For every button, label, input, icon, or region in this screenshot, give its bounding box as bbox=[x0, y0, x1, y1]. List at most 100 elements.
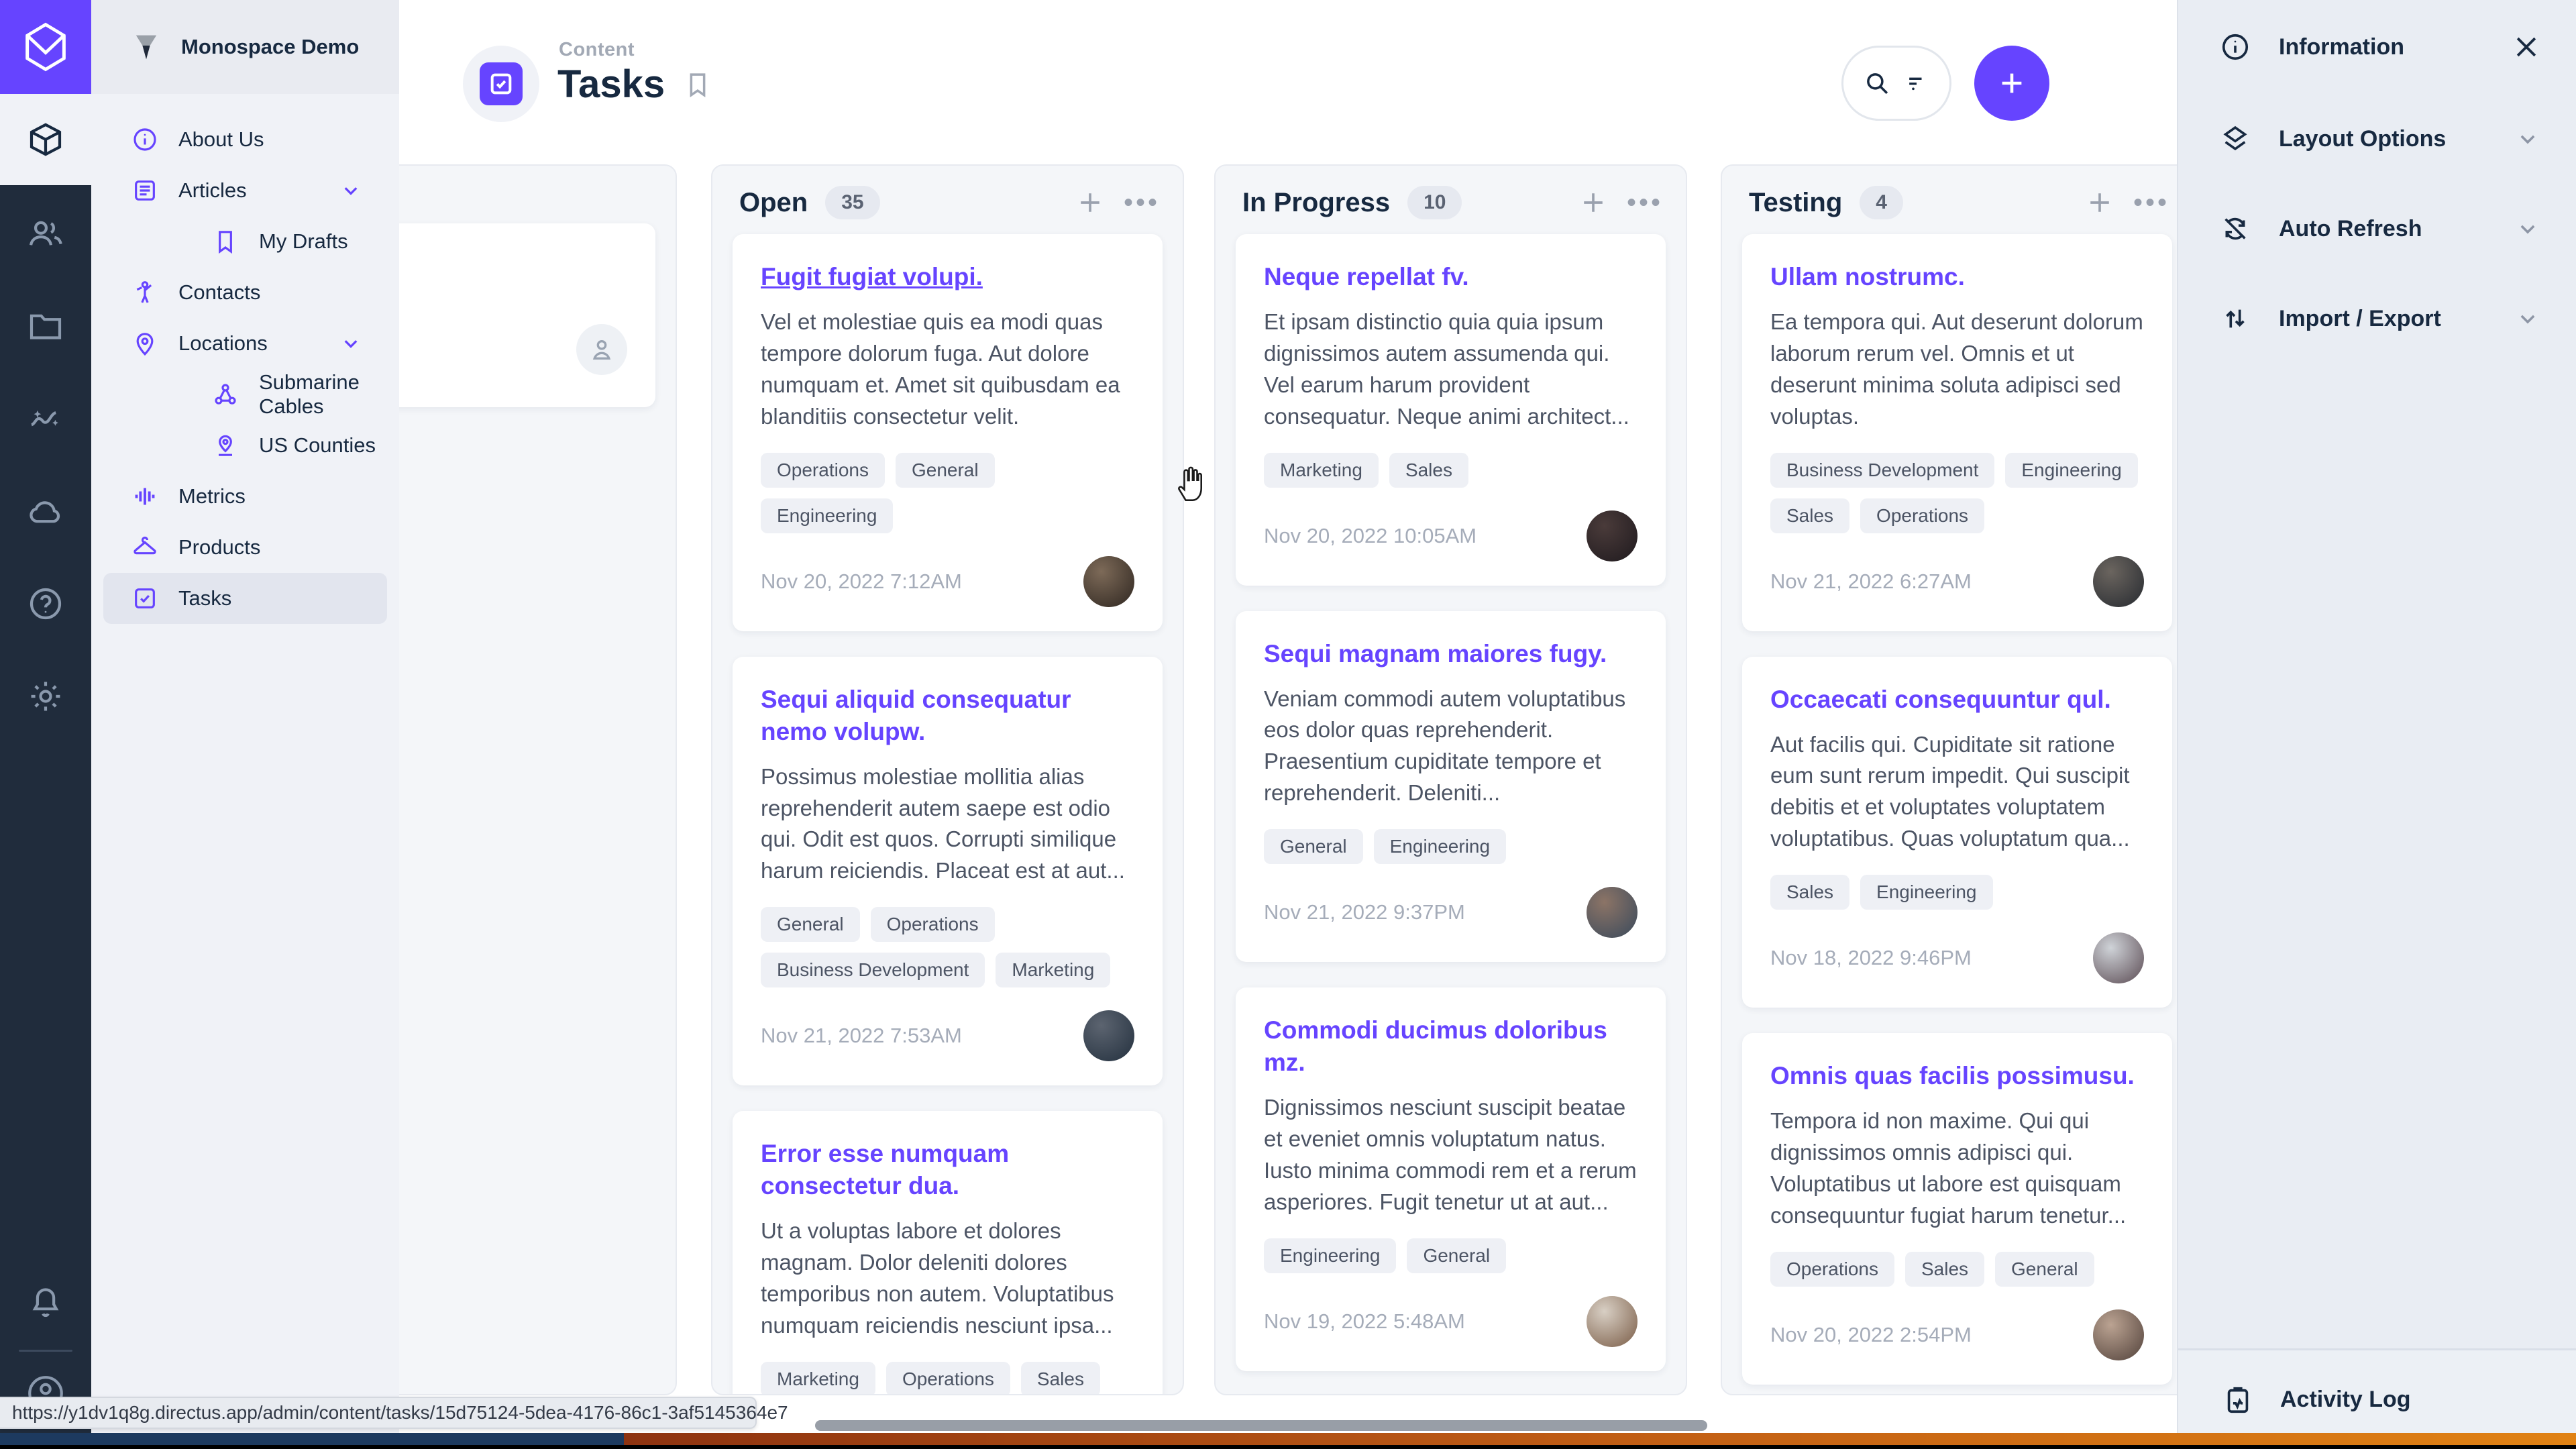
card-title[interactable]: Commodi ducimus doloribus mz. bbox=[1264, 1014, 1638, 1079]
column-header: Open 35 ••• bbox=[712, 166, 1183, 234]
card-title[interactable]: Fugit fugiat volupi. bbox=[761, 261, 983, 293]
card-description: Ut a voluptas labore et dolores magnam. … bbox=[761, 1216, 1134, 1341]
sidebar-item-products[interactable]: Products bbox=[103, 522, 387, 573]
card-description: Vel et molestiae quis ea modi quas tempo… bbox=[761, 307, 1134, 432]
tag-chip: Operations bbox=[1860, 498, 1984, 533]
monospace-logo-icon bbox=[18, 19, 73, 74]
column-header: In Progress10••• bbox=[1216, 166, 1686, 234]
task-card[interactable]: Ullam nostrumc. Ea tempora qui. Aut deser… bbox=[1742, 234, 2172, 631]
sidebar-title: Information bbox=[2279, 34, 2404, 60]
horizontal-scrollbar[interactable] bbox=[815, 1420, 1707, 1431]
sync-disabled-icon bbox=[2220, 213, 2251, 244]
card-date: Nov 20, 2022 2:54PM bbox=[1770, 1323, 1972, 1347]
task-card[interactable]: Commodi ducimus doloribus mz.Dignissimos… bbox=[1236, 987, 1666, 1371]
column-menu-button[interactable]: ••• bbox=[1124, 189, 1160, 216]
card-title[interactable]: Sequi magnam maiores fugy. bbox=[1264, 638, 1607, 670]
module-content[interactable] bbox=[0, 94, 91, 185]
column-menu-button[interactable]: ••• bbox=[2133, 189, 2169, 216]
card-title[interactable]: Occaecati consequuntur qul. bbox=[1770, 684, 2111, 716]
sidebar-section-layout-options[interactable]: Layout Options bbox=[2178, 94, 2576, 184]
card-description: Aut facilis qui. Cupiditate sit ratione … bbox=[1770, 729, 2144, 855]
task-card[interactable]: Neque repellat fv.Et ipsam distinctio qu… bbox=[1236, 234, 1666, 586]
card-title[interactable]: Sequi aliquid consequatur nemo volupw. bbox=[761, 684, 1134, 748]
sidebar-section-label: Auto Refresh bbox=[2279, 216, 2422, 242]
hanger-icon bbox=[131, 534, 158, 561]
tag-chip: General bbox=[896, 453, 995, 488]
module-insights[interactable] bbox=[0, 400, 91, 437]
card-date: Nov 21, 2022 7:53AM bbox=[761, 1024, 962, 1048]
cloud-icon bbox=[27, 492, 64, 530]
card-title[interactable]: Omnis quas facilis possimusu. bbox=[1770, 1060, 2135, 1092]
sidebar-section-auto-refresh[interactable]: Auto Refresh bbox=[2178, 184, 2576, 274]
card-date: Nov 19, 2022 5:48AM bbox=[1264, 1309, 1465, 1334]
card-title[interactable]: Ullam nostrumc. bbox=[1770, 261, 1965, 293]
module-files[interactable] bbox=[0, 307, 91, 345]
add-card-button[interactable] bbox=[2085, 188, 2114, 217]
filter-icon[interactable] bbox=[1903, 70, 1930, 97]
sidebar-item-submarine-cables[interactable]: Submarine Cables bbox=[103, 369, 387, 420]
module-help[interactable] bbox=[0, 585, 91, 623]
sidebar-item-about-us[interactable]: About Us bbox=[103, 114, 387, 165]
bookmark-icon[interactable] bbox=[684, 70, 712, 99]
sidebar-item-contacts[interactable]: Contacts bbox=[103, 267, 387, 318]
add-item-button[interactable] bbox=[1974, 46, 2049, 121]
card-description: Possimus molestiae mollitia alias repreh… bbox=[761, 761, 1134, 887]
chevron-down-icon[interactable] bbox=[339, 331, 363, 356]
chevron-down-icon bbox=[2514, 125, 2541, 152]
task-card[interactable]: ished taskPM bbox=[399, 223, 655, 407]
card-description: Veniam commodi autem voluptatibus eos do… bbox=[1264, 684, 1638, 809]
avatar bbox=[2093, 1309, 2144, 1360]
sidebar-item-articles[interactable]: Articles bbox=[103, 165, 387, 216]
column-header: Testing4••• bbox=[1722, 166, 2177, 234]
activity-log-label: Activity Log bbox=[2280, 1387, 2411, 1413]
task-card[interactable]: Omnis quas facilis possimusu. Tempora id … bbox=[1742, 1033, 2172, 1385]
bottom-edge bbox=[0, 1445, 2576, 1449]
card-description: Ea tempora qui. Aut deserunt dolorum lab… bbox=[1770, 307, 2144, 432]
task-card[interactable]: Error esse numquam consectetur dua. Ut a … bbox=[733, 1111, 1163, 1395]
collection-icon-button[interactable] bbox=[463, 46, 539, 122]
workspace-header[interactable]: Monospace Demo bbox=[91, 0, 399, 94]
search-filter-control[interactable] bbox=[1841, 46, 1951, 121]
column-count-badge: 35 bbox=[825, 186, 879, 219]
tag-chip: General bbox=[1264, 829, 1363, 864]
close-icon[interactable] bbox=[2512, 32, 2541, 62]
card-date: Nov 20, 2022 7:12AM bbox=[761, 570, 962, 594]
nav-item-label: Contacts bbox=[178, 280, 260, 305]
card-title[interactable]: Neque repellat fv. bbox=[1264, 261, 1469, 293]
task-card[interactable]: Sequi aliquid consequatur nemo volupw. Po… bbox=[733, 657, 1163, 1086]
add-card-button[interactable] bbox=[1578, 188, 1608, 217]
module-users[interactable] bbox=[0, 215, 91, 252]
search-icon[interactable] bbox=[1863, 69, 1891, 97]
module-cloud[interactable] bbox=[0, 492, 91, 530]
task-card[interactable]: Fugit fugiat volupi. Vel et molestiae qui… bbox=[733, 234, 1163, 631]
card-title[interactable]: Error esse numquam consectetur dua. bbox=[761, 1138, 1134, 1202]
app-logo[interactable] bbox=[0, 0, 91, 94]
column-menu-button[interactable]: ••• bbox=[1627, 189, 1663, 216]
column-title: Open bbox=[739, 188, 808, 218]
kanban-column-open: Open 35 ••• Fugit fugiat volupi. Vel et mole… bbox=[711, 164, 1184, 1395]
sidebar-item-metrics[interactable]: Metrics bbox=[103, 471, 387, 522]
map-marker-icon bbox=[212, 432, 239, 459]
nav-item-label: Articles bbox=[178, 178, 247, 203]
task-card[interactable]: Occaecati consequuntur qul. Aut facilis q… bbox=[1742, 657, 2172, 1008]
workspace-name: Monospace Demo bbox=[181, 35, 359, 59]
module-settings[interactable] bbox=[0, 678, 91, 715]
tag-chip: Operations bbox=[761, 453, 885, 488]
notifications-button[interactable] bbox=[0, 1285, 91, 1322]
column-count-badge: 10 bbox=[1407, 186, 1462, 219]
tag-chip: Sales bbox=[1021, 1362, 1100, 1395]
sidebar-item-tasks[interactable]: Tasks bbox=[103, 573, 387, 624]
chevron-down-icon[interactable] bbox=[339, 178, 363, 203]
sidebar-header: Information bbox=[2178, 0, 2576, 94]
tag-chip: General bbox=[1995, 1252, 2094, 1287]
sidebar-item-us-counties[interactable]: US Counties bbox=[103, 420, 387, 471]
card-description: Tempora id non maxime. Qui qui dignissim… bbox=[1770, 1106, 2144, 1231]
sidebar-item-my-drafts[interactable]: My Drafts bbox=[103, 216, 387, 267]
sidebar-item-locations[interactable]: Locations bbox=[103, 318, 387, 369]
navigation-panel: Monospace Demo About Us Articles My Drafts… bbox=[91, 0, 399, 1449]
tag-chip: Sales bbox=[1389, 453, 1468, 488]
task-card[interactable]: Sequi magnam maiores fugy. Veniam commodi… bbox=[1236, 611, 1666, 963]
avatar bbox=[1083, 1010, 1134, 1061]
sidebar-section-import-export[interactable]: Import / Export bbox=[2178, 274, 2576, 364]
add-card-button[interactable] bbox=[1075, 188, 1105, 217]
